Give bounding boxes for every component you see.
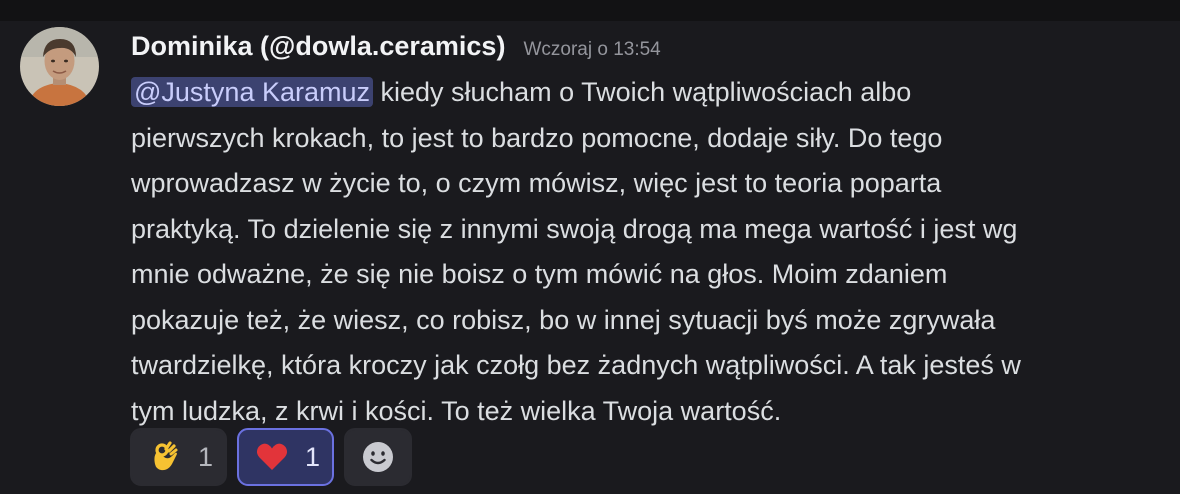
reaction-count: 1 — [305, 441, 321, 472]
timestamp[interactable]: Wczoraj o 13:54 — [523, 39, 660, 61]
add-reaction-icon — [361, 440, 395, 474]
red-heart-icon — [255, 440, 289, 474]
message-line: praktyką. To dzielenie się z innymi swoj… — [131, 213, 1018, 244]
top-bar — [0, 0, 1180, 21]
message-line: wprowadzasz w życie to, o czym mówisz, w… — [131, 168, 942, 198]
message-line: @Justyna Karamuz kiedy słucham o Twoich … — [131, 70, 1151, 116]
message-line: pokazuje też, że wiesz, co robisz, bo w … — [131, 304, 996, 335]
chat-message: Dominika (@dowla.ceramics) Wczoraj o 13:… — [0, 21, 1180, 494]
ok-hand-icon — [148, 440, 182, 474]
message-line: twardzielkę, która kroczy jak czołg bez … — [131, 350, 1021, 380]
avatar[interactable] — [20, 27, 99, 106]
reaction-count: 1 — [198, 441, 214, 472]
reaction-ok-hand[interactable]: 1 — [130, 428, 227, 486]
user-mention[interactable]: @Justyna Karamuz — [131, 77, 373, 107]
author-name[interactable]: Dominika (@dowla.ceramics) — [131, 31, 505, 62]
message-line: mnie odważne, że się nie boisz o tym mów… — [131, 259, 948, 289]
reactions-bar: 1 1 — [130, 428, 412, 486]
message-line: pierwszych krokach, to jest to bardzo po… — [131, 122, 943, 153]
message-content: @Justyna Karamuz kiedy słucham o Twoich … — [131, 70, 1151, 434]
reaction-heart[interactable]: 1 — [237, 428, 334, 486]
add-reaction-button[interactable] — [344, 428, 412, 486]
message-text: kiedy słucham o Twoich wątpliwościach al… — [373, 77, 912, 107]
message-header: Dominika (@dowla.ceramics) Wczoraj o 13:… — [131, 31, 661, 65]
